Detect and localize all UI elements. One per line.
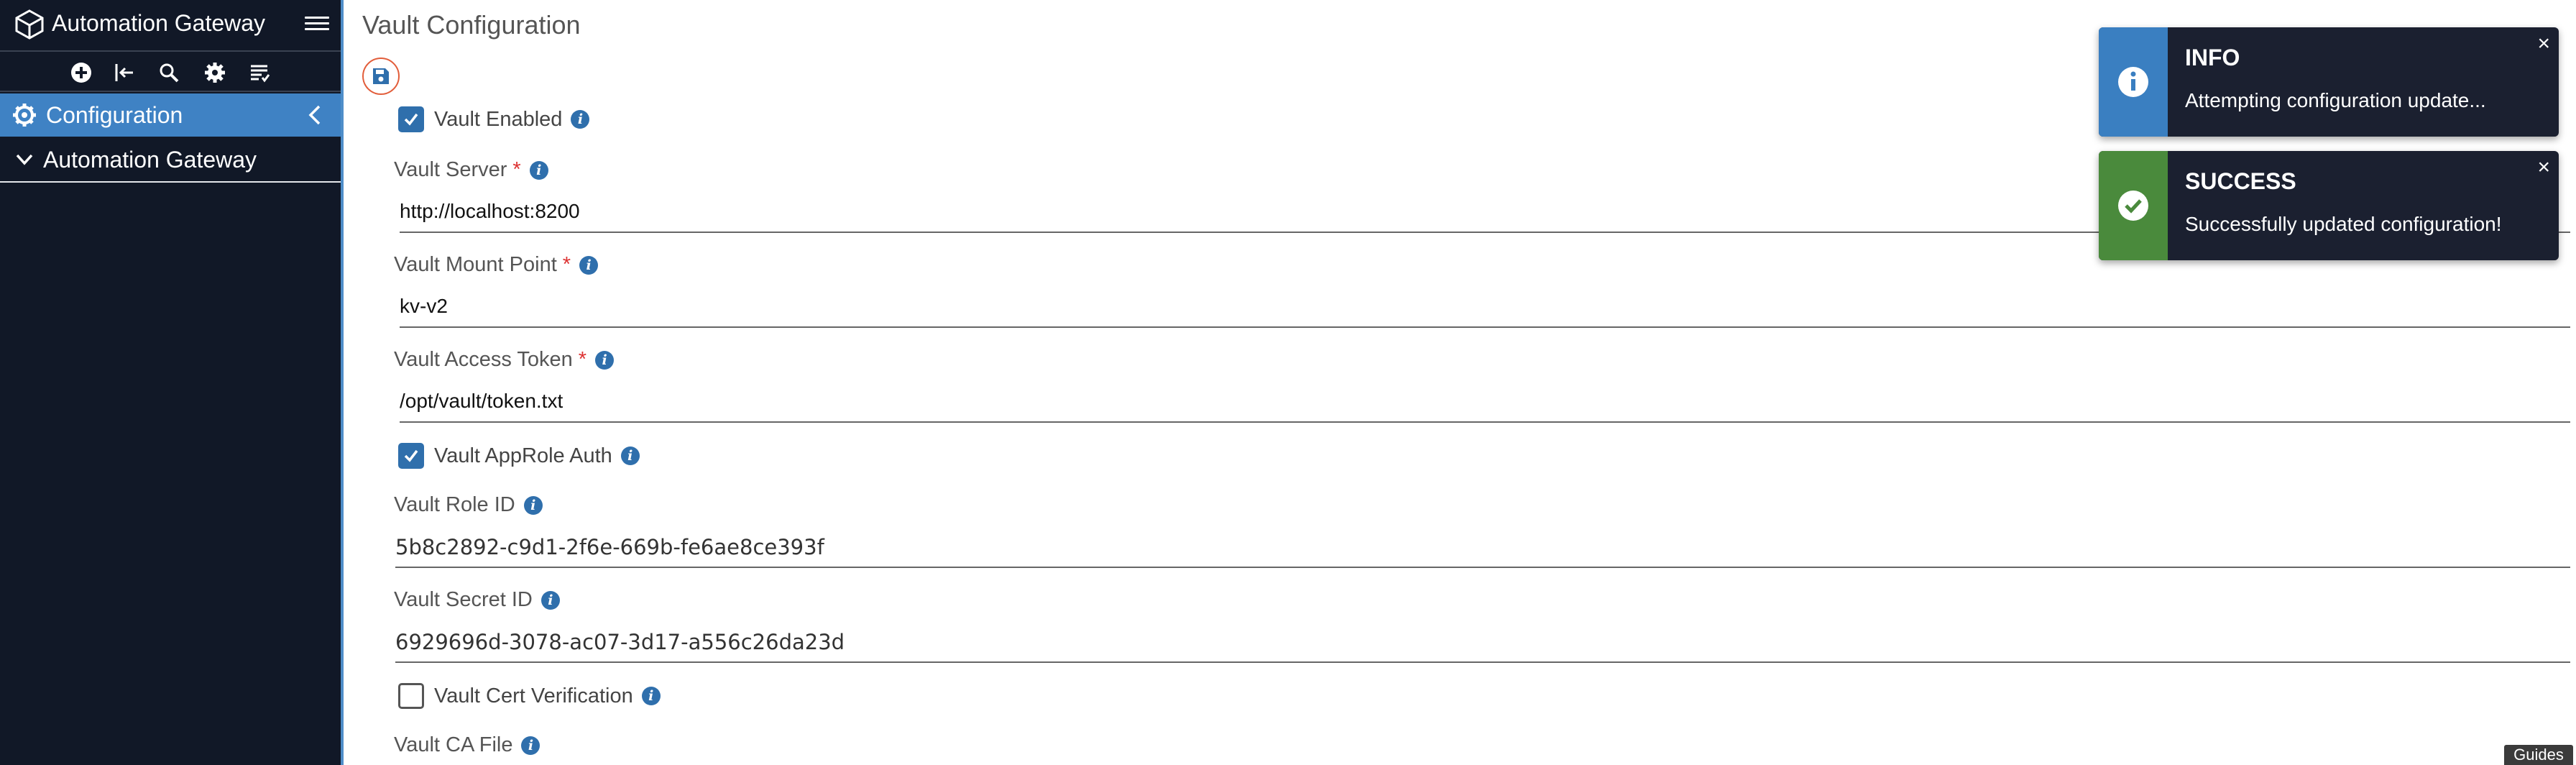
required-marker: *: [562, 253, 571, 276]
vault-mount-point-label: Vault Mount Point: [394, 253, 557, 276]
search-icon[interactable]: [155, 59, 183, 86]
toast-title: INFO: [2185, 45, 2240, 70]
vault-enabled-label: Vault Enabled: [434, 107, 563, 131]
gear-icon[interactable]: [201, 59, 229, 86]
vault-cert-verification-checkbox[interactable]: [398, 683, 424, 709]
vault-enabled-row: Vault Enabled i: [398, 106, 590, 132]
vault-approle-auth-checkbox[interactable]: [398, 443, 424, 469]
check-circle-icon: [2118, 191, 2148, 221]
info-icon[interactable]: i: [641, 687, 661, 705]
list-icon[interactable]: [246, 59, 273, 86]
close-icon[interactable]: ×: [2537, 155, 2550, 180]
vault-approle-auth-row: Vault AppRole Auth i: [398, 443, 640, 469]
vault-secret-id-label-row: Vault Secret ID i: [394, 588, 560, 612]
import-icon[interactable]: [111, 59, 138, 86]
sidebar-item-label: Automation Gateway: [43, 147, 257, 173]
info-icon[interactable]: i: [595, 350, 615, 370]
toast-title: SUCCESS: [2185, 168, 2296, 194]
info-icon[interactable]: i: [540, 590, 560, 610]
vault-role-id-label-row: Vault Role ID i: [394, 493, 543, 517]
required-marker: *: [512, 158, 521, 181]
app-logo-icon: [15, 9, 44, 40]
vault-role-id-label: Vault Role ID: [394, 493, 515, 516]
vault-server-label-row: Vault Server * i: [394, 158, 548, 182]
vault-approle-auth-label: Vault AppRole Auth: [434, 444, 612, 467]
chevron-down-icon: [16, 154, 33, 165]
toast-success-bar: [2099, 151, 2168, 260]
vault-ca-file-label: Vault CA File: [394, 733, 513, 756]
close-icon[interactable]: ×: [2537, 32, 2550, 56]
info-icon[interactable]: i: [529, 160, 548, 180]
info-icon[interactable]: i: [521, 736, 540, 755]
info-icon: [2118, 67, 2148, 97]
toast-info-bar: [2099, 27, 2168, 137]
toast-info: INFO Attempting configuration update... …: [2099, 27, 2559, 137]
chevron-left-icon[interactable]: [305, 104, 326, 127]
page-title: Vault Configuration: [362, 10, 581, 40]
info-icon[interactable]: i: [620, 446, 640, 465]
vault-mount-point-label-row: Vault Mount Point * i: [394, 253, 599, 277]
vault-mount-point-input[interactable]: kv-v2: [400, 295, 2570, 328]
gear-icon: [13, 104, 36, 127]
sidebar-item-configuration[interactable]: Configuration: [0, 93, 341, 137]
vault-server-label: Vault Server: [394, 158, 507, 181]
vault-access-token-label-row: Vault Access Token * i: [394, 348, 615, 372]
vault-ca-file-label-row: Vault CA File i: [394, 733, 540, 757]
vault-cert-verification-row: Vault Cert Verification i: [398, 683, 661, 709]
vault-access-token-input[interactable]: /opt/vault/token.txt: [400, 390, 2570, 423]
required-marker: *: [578, 348, 587, 371]
save-icon: [373, 68, 389, 84]
vault-access-token-label: Vault Access Token: [394, 348, 573, 371]
add-circle-icon[interactable]: [68, 59, 95, 86]
sidebar-item-label: Configuration: [46, 102, 183, 128]
toast-message: Successfully updated configuration!: [2185, 213, 2502, 235]
sidebar-item-automation-gateway[interactable]: Automation Gateway: [0, 138, 341, 183]
sidebar-header: Automation Gateway: [0, 0, 341, 49]
vault-cert-verification-label: Vault Cert Verification: [434, 684, 633, 707]
toast-success: SUCCESS Successfully updated configurati…: [2099, 151, 2559, 260]
sidebar-toolbar: [0, 50, 341, 92]
vault-secret-id-input[interactable]: 6929696d-3078-ac07-3d17-a556c26da23d: [395, 630, 2570, 663]
guides-button[interactable]: Guides: [2504, 745, 2573, 765]
app-title: Automation Gateway: [52, 10, 266, 36]
vault-secret-id-label: Vault Secret ID: [394, 588, 533, 611]
menu-toggle-icon[interactable]: [305, 13, 329, 35]
vault-enabled-checkbox[interactable]: [398, 106, 424, 132]
save-button[interactable]: [362, 58, 400, 95]
info-icon[interactable]: i: [571, 110, 590, 129]
vault-role-id-input[interactable]: 5b8c2892-c9d1-2f6e-669b-fe6ae8ce393f: [395, 535, 2570, 568]
info-icon[interactable]: i: [523, 495, 543, 515]
sidebar: Automation Gateway Configuration Automat…: [0, 0, 344, 765]
toast-message: Attempting configuration update...: [2185, 89, 2486, 111]
info-icon[interactable]: i: [579, 255, 599, 275]
